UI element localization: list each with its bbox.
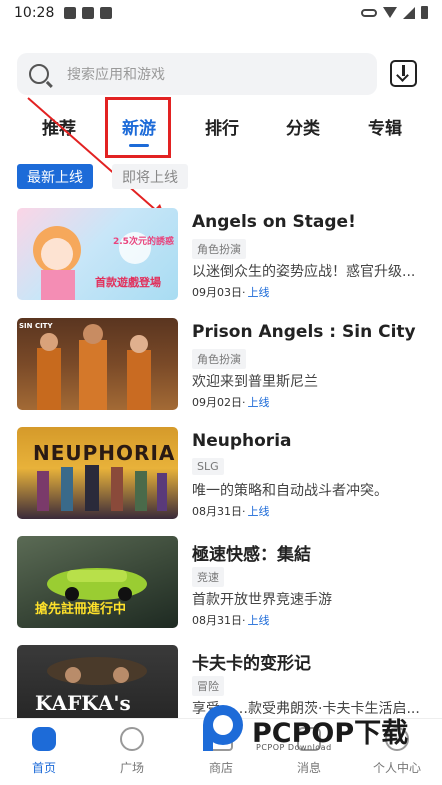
thumb-text: 搶先註冊進行中 xyxy=(35,602,127,617)
nav-plaza[interactable]: 广场 xyxy=(97,727,167,776)
game-title: 卡夫卡的变形记 xyxy=(192,654,311,674)
vpn-key-icon xyxy=(361,8,377,17)
game-description: 欢迎来到普里斯尼兰 xyxy=(192,374,318,390)
gamepad-icon xyxy=(32,727,56,751)
game-thumbnail: 搶先註冊進行中 xyxy=(17,536,178,628)
game-release-date: 09月02日· 上线 xyxy=(192,394,270,410)
game-list-item[interactable]: 2.5次元的誘惑 首款遊戲登場 Angels on Stage! 角色扮演 以迷… xyxy=(17,208,427,300)
search-placeholder: 搜索应用和游戏 xyxy=(67,67,165,83)
game-genre-tag: SLG xyxy=(192,458,224,475)
prison-characters-illustration xyxy=(37,324,151,410)
release-date-text: 09月03日· xyxy=(192,286,246,299)
game-thumbnail: 2.5次元的誘惑 首款遊戲登場 xyxy=(17,208,178,300)
signal-icon xyxy=(403,6,415,19)
nav-label: 个人中心 xyxy=(372,761,421,775)
game-genre-tag: 竞速 xyxy=(192,567,224,587)
watermark-subtext: PCPOP Download xyxy=(256,743,332,752)
watermark: PCPOP下载 PCPOP Download xyxy=(200,703,430,758)
release-date-text: 08月31日· xyxy=(192,505,246,518)
tab-recommended[interactable]: 推荐 xyxy=(42,114,76,139)
game-release-date: 08月31日· 上线 xyxy=(192,612,270,628)
game-description: 唯一的策略和自动战斗者冲突。 xyxy=(192,483,388,499)
game-title: Neuphoria xyxy=(192,431,292,451)
release-date-text: 08月31日· xyxy=(192,614,246,627)
game-genre-tag: 角色扮演 xyxy=(192,349,246,369)
game-list-item[interactable]: SIN CITY Prison Angels : Sin City 角色扮演 欢… xyxy=(17,318,427,410)
nav-label: 消息 xyxy=(296,761,321,775)
game-thumbnail: NEUPHORIA xyxy=(17,427,178,519)
release-status: 上线 xyxy=(247,286,270,299)
thumb-text: KAFKA's xyxy=(35,691,131,715)
game-title: Angels on Stage! xyxy=(192,212,356,232)
tab-collections[interactable]: 专辑 xyxy=(368,114,402,139)
game-title: 極速快感：集結 xyxy=(192,545,311,565)
system-status-icons xyxy=(361,6,428,19)
release-status: 上线 xyxy=(247,505,270,518)
tab-ranking[interactable]: 排行 xyxy=(205,114,239,139)
download-notification-icon xyxy=(64,7,77,19)
search-input[interactable]: 搜索应用和游戏 xyxy=(17,53,377,95)
game-list-item[interactable]: NEUPHORIA Neuphoria SLG 唯一的策略和自动战斗者冲突。 0… xyxy=(17,427,427,519)
notification-icons xyxy=(64,7,113,19)
nav-home[interactable]: 首页 xyxy=(9,727,79,776)
planet-icon xyxy=(120,727,144,751)
app-notification-icon xyxy=(82,7,95,19)
pcpop-logo-icon xyxy=(203,705,243,751)
android-notification-icon xyxy=(100,7,113,19)
status-bar: 10:28 xyxy=(0,0,442,26)
game-title: Prison Angels : Sin City xyxy=(192,322,416,342)
thumb-text: NEUPHORIA xyxy=(33,441,176,465)
thumb-text: 2.5次元的誘惑 xyxy=(113,237,174,247)
game-description: 首款开放世界竞速手游 xyxy=(192,592,332,608)
game-release-date: 09月03日· 上线 xyxy=(192,284,270,300)
wifi-icon xyxy=(383,7,397,18)
game-list-item[interactable]: 搶先註冊進行中 極速快感：集結 竞速 首款开放世界竞速手游 08月31日· 上线 xyxy=(17,536,427,628)
nav-label: 首页 xyxy=(31,761,56,775)
search-icon xyxy=(29,64,49,84)
category-tabs: 推荐 新游 排行 分类 专辑 xyxy=(0,106,442,150)
game-description: 以迷倒众生的姿势应战！惑官升级... xyxy=(192,264,416,280)
tab-categories[interactable]: 分类 xyxy=(286,114,320,139)
status-time: 10:28 xyxy=(14,5,55,21)
download-manager-button[interactable] xyxy=(390,60,417,87)
filter-latest-online[interactable]: 最新上线 xyxy=(17,164,93,189)
game-release-date: 08月31日· 上线 xyxy=(192,503,270,519)
nav-label: 广场 xyxy=(119,761,144,775)
release-status: 上线 xyxy=(247,614,270,627)
thumb-text: SIN CITY xyxy=(19,322,53,330)
battery-icon xyxy=(421,6,428,19)
game-genre-tag: 冒险 xyxy=(192,676,224,696)
annotation-highlight-box xyxy=(105,97,171,158)
game-thumbnail: SIN CITY xyxy=(17,318,178,410)
thumb-text: 首款遊戲登場 xyxy=(95,276,161,289)
nav-label: 商店 xyxy=(208,761,233,775)
release-status: 上线 xyxy=(247,396,270,409)
release-date-text: 09月02日· xyxy=(192,396,246,409)
game-genre-tag: 角色扮演 xyxy=(192,239,246,259)
filter-coming-soon[interactable]: 即将上线 xyxy=(112,164,188,189)
